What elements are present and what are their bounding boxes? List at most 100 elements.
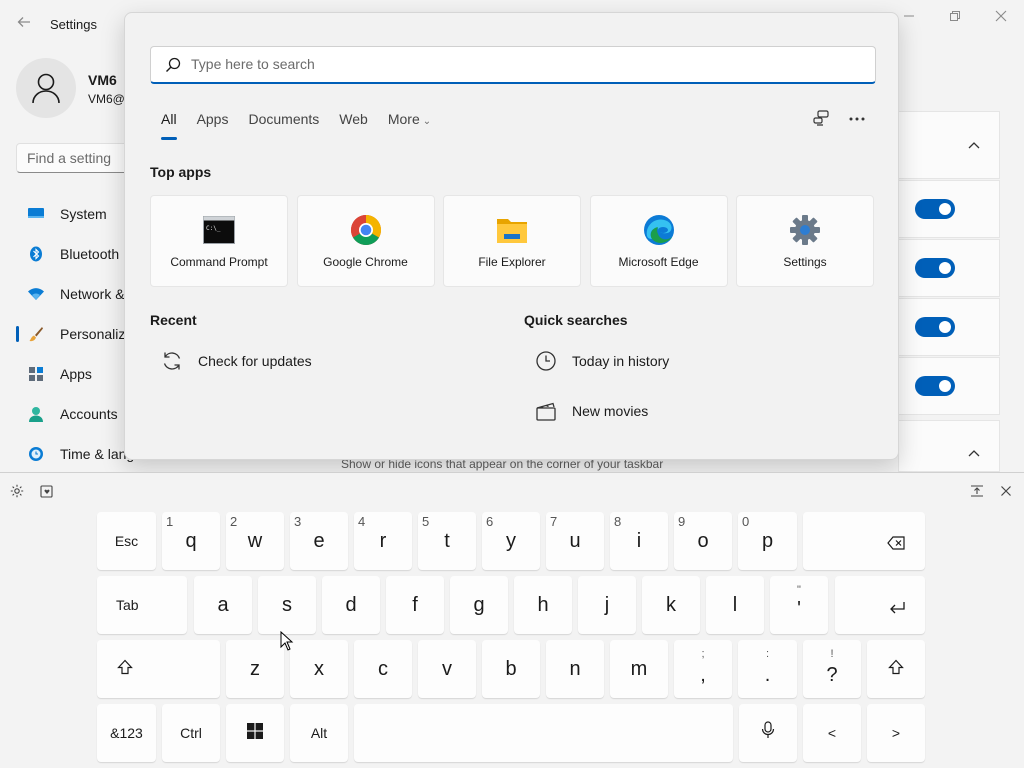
- key-m[interactable]: m: [610, 640, 668, 698]
- key-z[interactable]: z: [226, 640, 284, 698]
- switch-account-icon[interactable]: [810, 108, 832, 130]
- key-esc[interactable]: Esc: [97, 512, 156, 570]
- toggle-switch[interactable]: [915, 376, 955, 396]
- key-s[interactable]: s: [258, 576, 316, 634]
- key-y[interactable]: 6y: [482, 512, 540, 570]
- chevron-up-icon[interactable]: [966, 138, 982, 154]
- nav-item-time-language[interactable]: Time & lang: [16, 434, 136, 474]
- key-i[interactable]: 8i: [610, 512, 668, 570]
- close-keyboard-icon[interactable]: [997, 482, 1015, 500]
- key-n[interactable]: n: [546, 640, 604, 698]
- recent-item-check-for-updates[interactable]: Check for updates: [160, 349, 312, 373]
- nav-item-personalization[interactable]: Personaliza: [16, 314, 136, 354]
- app-tile-command-prompt[interactable]: C:\_ Command Prompt: [150, 195, 288, 287]
- key-h[interactable]: h: [514, 576, 572, 634]
- key-apostrophe[interactable]: " ': [770, 576, 828, 634]
- windows-logo-icon: [247, 722, 263, 745]
- tab-apps[interactable]: Apps: [197, 111, 229, 127]
- app-tile-google-chrome[interactable]: Google Chrome: [296, 195, 435, 287]
- key-j[interactable]: j: [578, 576, 636, 634]
- nav-item-network[interactable]: Network &: [16, 274, 136, 314]
- key-w[interactable]: 2w: [226, 512, 284, 570]
- search-box[interactable]: [150, 46, 876, 84]
- toggle-switch[interactable]: [915, 317, 955, 337]
- key-symbols[interactable]: &123: [97, 704, 156, 762]
- app-tile-settings[interactable]: Settings: [736, 195, 874, 287]
- key-ctrl[interactable]: Ctrl: [162, 704, 220, 762]
- quick-search-new-movies[interactable]: New movies: [534, 399, 648, 423]
- key-t[interactable]: 5t: [418, 512, 476, 570]
- key-tab[interactable]: Tab: [97, 576, 187, 634]
- search-input[interactable]: [191, 47, 861, 81]
- toggle-switch[interactable]: [915, 258, 955, 278]
- key-p[interactable]: 0p: [738, 512, 797, 570]
- toggle-switch[interactable]: [915, 199, 955, 219]
- nav-item-apps[interactable]: Apps: [16, 354, 136, 394]
- key-shift-left[interactable]: [97, 640, 220, 698]
- key-b[interactable]: b: [482, 640, 540, 698]
- nav-label: Apps: [60, 366, 92, 382]
- key-e[interactable]: 3e: [290, 512, 348, 570]
- refresh-icon: [160, 349, 184, 373]
- key-period[interactable]: :.: [738, 640, 797, 698]
- chrome-icon: [349, 213, 383, 247]
- chevron-up-icon[interactable]: [966, 446, 982, 462]
- key-o[interactable]: 9o: [674, 512, 732, 570]
- key-g[interactable]: g: [450, 576, 508, 634]
- key-arrow-left[interactable]: <: [803, 704, 861, 762]
- file-explorer-icon: [495, 213, 529, 247]
- settings-card: [898, 420, 1000, 472]
- key-space[interactable]: [354, 704, 733, 762]
- nav-item-bluetooth[interactable]: Bluetooth: [16, 234, 136, 274]
- key-hint: 2: [230, 514, 238, 529]
- key-c[interactable]: c: [354, 640, 412, 698]
- key-q[interactable]: 1q: [162, 512, 220, 570]
- dock-keyboard-icon[interactable]: [968, 482, 986, 500]
- key-comma[interactable]: ;,: [674, 640, 732, 698]
- app-tile-file-explorer[interactable]: File Explorer: [443, 195, 581, 287]
- key-r[interactable]: 4r: [354, 512, 412, 570]
- search-icon: [165, 57, 181, 73]
- more-options-icon[interactable]: [846, 108, 868, 130]
- tab-web[interactable]: Web: [339, 111, 368, 127]
- tab-documents[interactable]: Documents: [248, 111, 319, 127]
- tab-more[interactable]: More ⌄: [388, 111, 431, 127]
- quick-search-today-in-history[interactable]: Today in history: [534, 349, 669, 373]
- key-label: s: [282, 593, 292, 616]
- user-email: VM6@: [88, 92, 125, 106]
- key-label: e: [313, 529, 325, 552]
- key-hint: 7: [550, 514, 558, 529]
- key-question[interactable]: !?: [803, 640, 861, 698]
- key-enter[interactable]: [835, 576, 925, 634]
- close-button[interactable]: [978, 0, 1024, 32]
- shift-icon: [888, 658, 904, 681]
- app-tile-microsoft-edge[interactable]: Microsoft Edge: [589, 195, 728, 287]
- svg-text:C:\_: C:\_: [206, 225, 221, 232]
- key-f[interactable]: f: [386, 576, 444, 634]
- key-backspace[interactable]: [803, 512, 925, 570]
- back-arrow-icon[interactable]: [14, 14, 34, 34]
- key-shift-right[interactable]: [867, 640, 925, 698]
- restore-button[interactable]: [932, 0, 978, 32]
- key-l[interactable]: l: [706, 576, 764, 634]
- key-alt[interactable]: Alt: [290, 704, 348, 762]
- key-a[interactable]: a: [194, 576, 252, 634]
- accounts-icon: [26, 406, 46, 422]
- nav-item-system[interactable]: System: [16, 194, 136, 234]
- key-label: j: [604, 593, 610, 616]
- key-d[interactable]: d: [322, 576, 380, 634]
- nav-item-accounts[interactable]: Accounts: [16, 394, 136, 434]
- key-label: Alt: [310, 725, 328, 741]
- tab-all[interactable]: All: [161, 111, 177, 140]
- keyboard-settings-icon[interactable]: [8, 482, 26, 500]
- avatar[interactable]: [16, 58, 76, 118]
- emoji-panel-icon[interactable]: [38, 482, 56, 500]
- quick-search-item-partial[interactable]: [534, 449, 572, 459]
- key-x[interactable]: x: [290, 640, 348, 698]
- key-arrow-right[interactable]: >: [867, 704, 925, 762]
- key-windows[interactable]: [226, 704, 284, 762]
- key-v[interactable]: v: [418, 640, 476, 698]
- key-u[interactable]: 7u: [546, 512, 604, 570]
- key-voice[interactable]: [739, 704, 797, 762]
- key-k[interactable]: k: [642, 576, 700, 634]
